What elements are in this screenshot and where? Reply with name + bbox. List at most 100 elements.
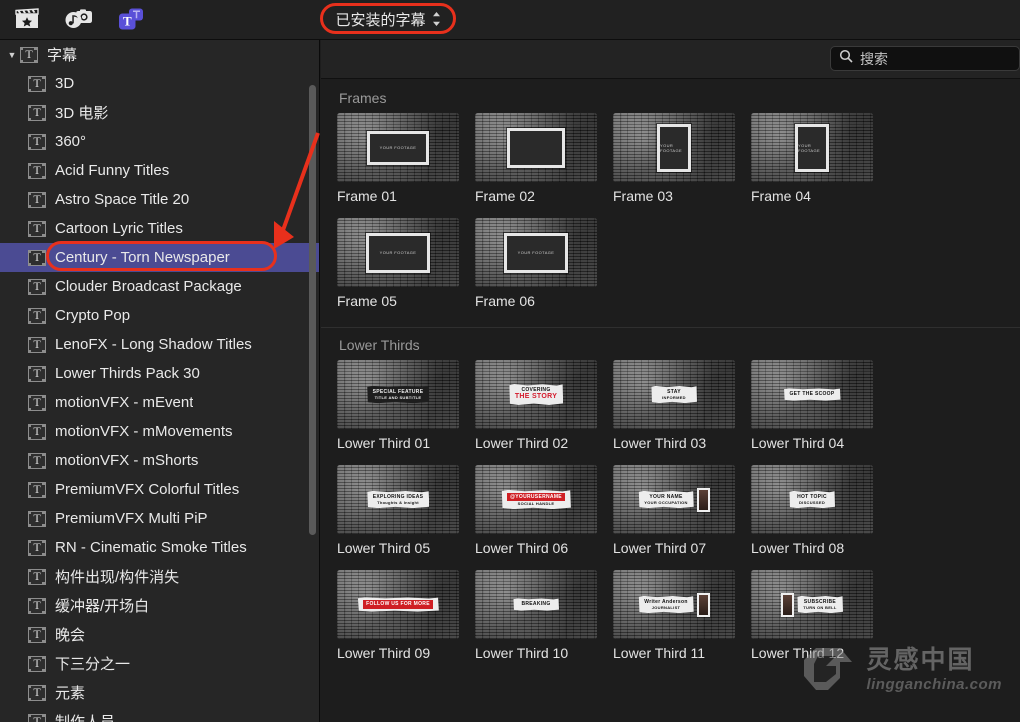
lower-third-graphic: HOT TOPIC DISCUSSED <box>789 490 835 509</box>
lower-third-with-portrait: SUBSCRIBE TURN ON BELL <box>781 592 843 617</box>
thumbnail-preview[interactable]: @YOURUSERNAME SOCIAL HANDLE <box>475 465 597 534</box>
title-template-label: Lower Third 10 <box>475 645 569 661</box>
sidebar-item[interactable]: T Cartoon Lyric Titles <box>0 214 319 243</box>
title-t-icon: T <box>28 684 46 701</box>
title-template-item[interactable]: SUBSCRIBE TURN ON BELL Lower Third 12 <box>751 570 889 661</box>
title-template-label: Lower Third 01 <box>337 435 431 451</box>
title-template-item[interactable]: Frame 02 <box>475 113 613 204</box>
title-t-icon: T <box>28 452 46 469</box>
thumbnail-preview[interactable]: GET THE SCOOP <box>751 360 873 429</box>
sidebar-item[interactable]: T 制作人员 <box>0 707 319 722</box>
thumbnail-preview[interactable]: YOUR FOOTAGE <box>337 113 459 182</box>
title-template-item[interactable]: YOUR FOOTAGE Frame 03 <box>613 113 751 204</box>
sidebar-item-label: 3D 电影 <box>55 105 109 122</box>
title-template-item[interactable]: YOUR FOOTAGE Frame 05 <box>337 218 475 309</box>
sidebar-item-label: Crypto Pop <box>55 307 131 324</box>
sidebar-item[interactable]: T 缓冲器/开场白 <box>0 591 319 620</box>
sidebar-item[interactable]: T Clouder Broadcast Package <box>0 272 319 301</box>
title-template-item[interactable]: YOUR FOOTAGE Frame 04 <box>751 113 889 204</box>
thumbnail-art: YOUR FOOTAGE <box>337 113 459 182</box>
sidebar-item-label: 晚会 <box>55 627 86 644</box>
title-template-item[interactable]: HOT TOPIC DISCUSSED Lower Third 08 <box>751 465 889 556</box>
sidebar-item[interactable]: T 3D 电影 <box>0 98 319 127</box>
section-header: Frames <box>339 90 387 106</box>
sidebar-item[interactable]: T 下三分之一 <box>0 649 319 678</box>
sidebar-item[interactable]: T PremiumVFX Colorful Titles <box>0 475 319 504</box>
title-t-icon: T <box>28 162 46 179</box>
thumbnail-preview[interactable]: BREAKING <box>475 570 597 639</box>
disclosure-triangle-icon[interactable]: ▼ <box>4 50 20 60</box>
sidebar-item[interactable]: T Century - Torn Newspaper <box>0 243 319 272</box>
sidebar-item[interactable]: T Crypto Pop <box>0 301 319 330</box>
thumbnail-preview[interactable]: FOLLOW US FOR MORE <box>337 570 459 639</box>
sidebar-item[interactable]: T Lower Thirds Pack 30 <box>0 359 319 388</box>
titles-generators-icon[interactable]: T <box>114 4 148 34</box>
sidebar-item[interactable]: T 3D <box>0 69 319 98</box>
title-template-item[interactable]: EXPLORING IDEAS Thoughts & Insight Lower T… <box>337 465 475 556</box>
lower-third-graphic: @YOURUSERNAME SOCIAL HANDLE <box>501 489 571 510</box>
title-template-item[interactable]: @YOURUSERNAME SOCIAL HANDLE Lower Third 06 <box>475 465 613 556</box>
sidebar-item-label: Astro Space Title 20 <box>55 191 190 208</box>
title-template-item[interactable]: SPECIAL FEATURE TITLE AND SUBTITLE Lower T… <box>337 360 475 451</box>
sidebar-item-label: Acid Funny Titles <box>55 162 170 179</box>
title-template-item[interactable]: YOUR FOOTAGE Frame 01 <box>337 113 475 204</box>
thumbnail-preview[interactable]: COVERING THE STORY <box>475 360 597 429</box>
title-template-label: Frame 05 <box>337 293 397 309</box>
title-t-icon: T <box>28 597 46 614</box>
thumbnail-preview[interactable]: EXPLORING IDEAS Thoughts & Insight <box>337 465 459 534</box>
sidebar-item[interactable]: TmotionVFX - mEvent <box>0 388 319 417</box>
thumbnail-preview[interactable]: HOT TOPIC DISCUSSED <box>751 465 873 534</box>
torn-frame-graphic: YOUR FOOTAGE <box>366 232 430 273</box>
thumbnail-preview[interactable]: STAY INFORMED <box>613 360 735 429</box>
thumbnail-art: YOUR FOOTAGE <box>613 113 735 182</box>
search-field[interactable]: 搜索 <box>830 46 1020 71</box>
effects-clapperboard-icon[interactable] <box>10 4 44 34</box>
thumbnail-preview[interactable]: YOUR FOOTAGE <box>337 218 459 287</box>
sidebar-item[interactable]: TmotionVFX - mMovements <box>0 417 319 446</box>
thumbnail-preview[interactable]: Writer Anderson JOURNALIST <box>613 570 735 639</box>
photos-audio-icon[interactable] <box>62 4 96 34</box>
title-template-label: Lower Third 08 <box>751 540 845 556</box>
sidebar-item[interactable]: T Astro Space Title 20 <box>0 185 319 214</box>
title-template-item[interactable]: COVERING THE STORY Lower Third 02 <box>475 360 613 451</box>
thumbnail-preview[interactable]: YOUR FOOTAGE <box>613 113 735 182</box>
title-template-item[interactable]: YOUR FOOTAGE Frame 06 <box>475 218 613 309</box>
sidebar-item[interactable]: T LenoFX - Long Shadow Titles <box>0 330 319 359</box>
lower-third-caption: FOLLOW US FOR MORE <box>363 600 433 609</box>
title-template-item[interactable]: BREAKING Lower Third 10 <box>475 570 613 661</box>
thumbnail-preview[interactable]: YOUR NAME YOUR OCCUPATION <box>613 465 735 534</box>
title-template-item[interactable]: STAY INFORMED Lower Third 03 <box>613 360 751 451</box>
sidebar-scrollbar-thumb[interactable] <box>309 85 316 535</box>
title-t-icon: T <box>28 133 46 150</box>
thumbnail-art: Writer Anderson JOURNALIST <box>613 570 735 639</box>
sidebar-item[interactable]: T RN - Cinematic Smoke Titles <box>0 533 319 562</box>
sidebar-item-label: Clouder Broadcast Package <box>55 278 242 295</box>
title-template-item[interactable]: FOLLOW US FOR MORE Lower Third 09 <box>337 570 475 661</box>
sidebar-item[interactable]: T 元素 <box>0 678 319 707</box>
thumbnail-preview[interactable] <box>475 113 597 182</box>
sidebar-item[interactable]: TmotionVFX - mShorts <box>0 446 319 475</box>
sidebar-item[interactable]: T 晚会 <box>0 620 319 649</box>
sidebar-root-titles[interactable]: ▼ T 字幕 <box>0 40 319 69</box>
title-template-item[interactable]: Writer Anderson JOURNALIST Lower Third 11 <box>613 570 751 661</box>
torn-frame-graphic: YOUR FOOTAGE <box>367 130 429 165</box>
sidebar-item[interactable]: T Acid Funny Titles <box>0 156 319 185</box>
installed-titles-dropdown[interactable]: 已安装的字幕 <box>323 4 453 34</box>
sidebar-item[interactable]: T 360° <box>0 127 319 156</box>
thumbnail-preview[interactable]: SPECIAL FEATURE TITLE AND SUBTITLE <box>337 360 459 429</box>
sidebar-item-label: RN - Cinematic Smoke Titles <box>55 539 247 556</box>
thumbnail-preview[interactable]: SUBSCRIBE TURN ON BELL <box>751 570 873 639</box>
sidebar-item-label: 元素 <box>55 685 86 702</box>
thumbnail-preview[interactable]: YOUR FOOTAGE <box>751 113 873 182</box>
lower-third-graphic: SPECIAL FEATURE TITLE AND SUBTITLE <box>367 385 430 404</box>
sidebar-item-label: Cartoon Lyric Titles <box>55 220 183 237</box>
title-template-item[interactable]: GET THE SCOOP Lower Third 04 <box>751 360 889 451</box>
thumbnail-art <box>475 113 597 182</box>
thumbnail-grid: YOUR FOOTAGE Frame 01 Frame 02 YOUR FOOTAGE… <box>321 113 1020 327</box>
thumbnail-preview[interactable]: YOUR FOOTAGE <box>475 218 597 287</box>
title-t-icon: T <box>28 423 46 440</box>
sidebar-item[interactable]: T PremiumVFX Multi PiP <box>0 504 319 533</box>
titles-browser-pane: 搜索 Frames YOUR FOOTAGE Frame 01 Frame 02 YOU… <box>321 40 1020 722</box>
title-template-item[interactable]: YOUR NAME YOUR OCCUPATION Lower Third 07 <box>613 465 751 556</box>
sidebar-item[interactable]: T 构件出现/构件消失 <box>0 562 319 591</box>
